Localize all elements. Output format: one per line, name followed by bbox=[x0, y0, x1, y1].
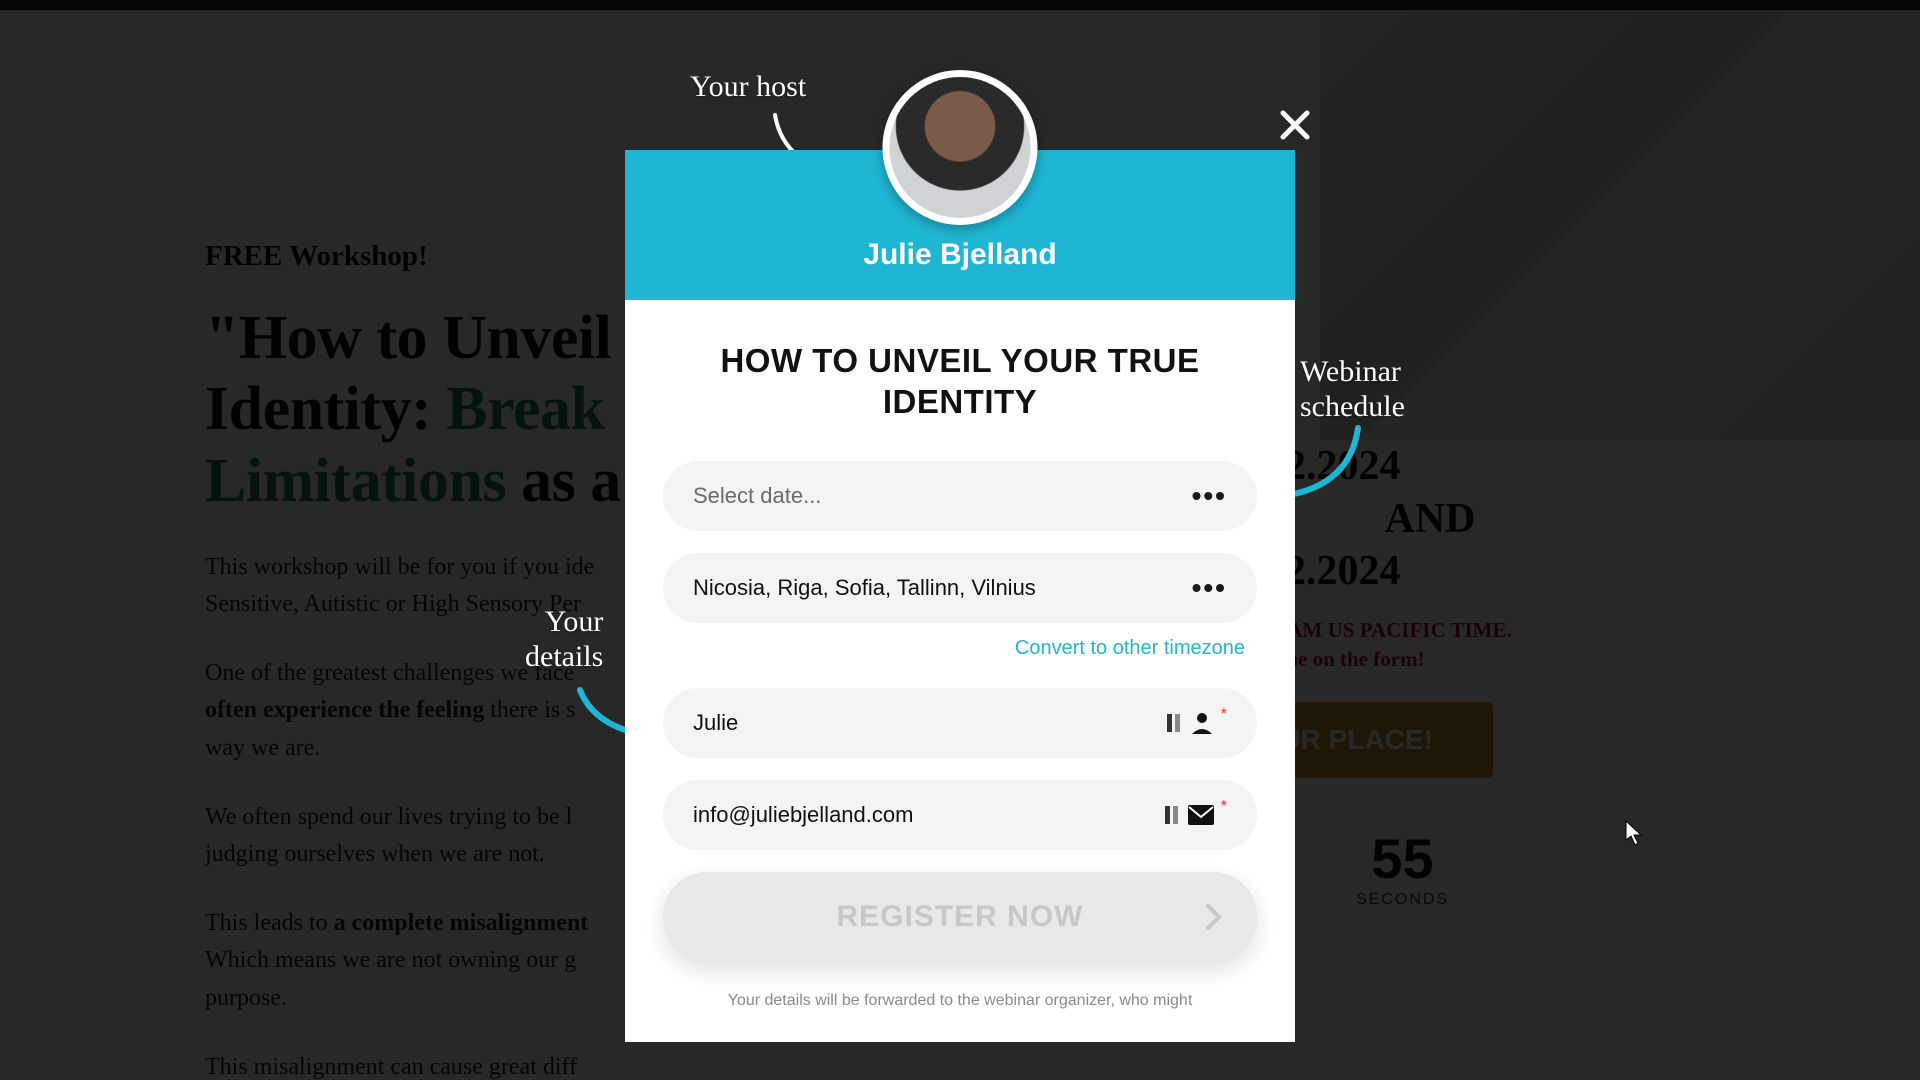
email-field[interactable]: info@juliebjelland.com * bbox=[663, 780, 1257, 850]
chevron-right-icon bbox=[1205, 903, 1223, 931]
host-name: Julie Bjelland bbox=[625, 238, 1295, 272]
autofill-icon bbox=[1165, 712, 1183, 734]
more-icon: ••• bbox=[1192, 581, 1227, 595]
close-button[interactable] bbox=[1273, 103, 1317, 147]
mail-icon bbox=[1187, 804, 1215, 826]
autofill-icon bbox=[1163, 804, 1181, 826]
name-field[interactable]: Julie * bbox=[663, 688, 1257, 758]
person-icon bbox=[1189, 710, 1215, 736]
host-avatar bbox=[883, 70, 1038, 225]
date-select[interactable]: Select date... ••• bbox=[663, 461, 1257, 531]
registration-modal: Julie Bjelland HOW TO UNVEIL YOUR TRUE I… bbox=[625, 65, 1295, 1042]
date-select-placeholder: Select date... bbox=[693, 483, 821, 509]
convert-timezone-link[interactable]: Convert to other timezone bbox=[655, 637, 1245, 660]
privacy-footer: Your details will be forwarded to the we… bbox=[655, 990, 1265, 1012]
mouse-cursor-icon bbox=[1625, 820, 1643, 846]
email-value: info@juliebjelland.com bbox=[693, 802, 913, 828]
register-button[interactable]: REGISTER NOW bbox=[663, 872, 1257, 962]
timezone-select[interactable]: Nicosia, Riga, Sofia, Tallinn, Vilnius •… bbox=[663, 553, 1257, 623]
name-value: Julie bbox=[693, 710, 738, 736]
more-icon: ••• bbox=[1192, 489, 1227, 503]
timezone-value: Nicosia, Riga, Sofia, Tallinn, Vilnius bbox=[693, 575, 1036, 601]
modal-title: HOW TO UNVEIL YOUR TRUE IDENTITY bbox=[655, 340, 1265, 423]
